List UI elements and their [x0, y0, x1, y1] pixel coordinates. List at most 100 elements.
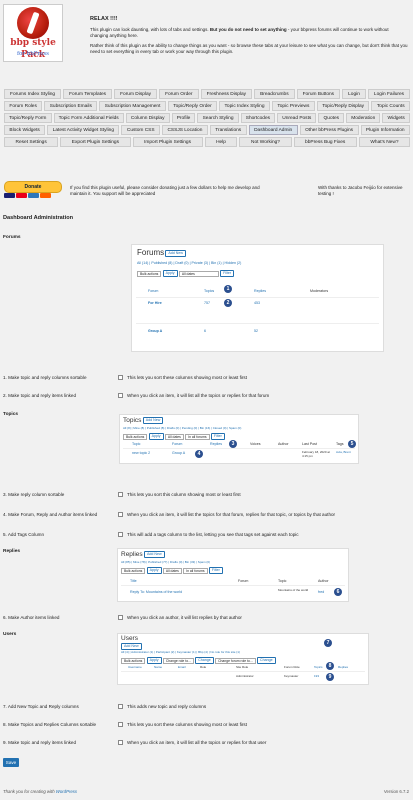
tab-topic-reply-display[interactable]: Topic/Reply Display	[316, 101, 370, 111]
tab-forum-buttons[interactable]: Forum Buttons	[296, 89, 341, 99]
amex-card-icon	[28, 193, 39, 198]
payment-cards	[4, 193, 51, 198]
tab-topic-reply-order[interactable]: Topic/Reply Order	[167, 101, 218, 111]
topics-shot-col-forum: Forum	[172, 442, 183, 446]
tab-cssjs-location[interactable]: CSSJS Location	[162, 125, 208, 135]
tab-forum-roles[interactable]: Forum Roles	[4, 101, 43, 111]
option-checkbox-7[interactable]	[118, 704, 123, 709]
tab-topic-form-additional-fields[interactable]: Topic Form Additional Fields	[53, 113, 124, 123]
topics-shot-title: Topics	[123, 417, 142, 424]
forums-shot-row2-replies: 52	[254, 329, 258, 333]
tab-profile[interactable]: Profile	[171, 113, 196, 123]
tab-moderation[interactable]: Moderation	[346, 113, 381, 123]
forums-shot-row-name: For Hire	[148, 301, 162, 305]
forums-shot-row2-topics: 6	[204, 329, 206, 333]
tab-topic-previews[interactable]: Topic Previews	[271, 101, 315, 111]
topics-shot-col-author: Author	[278, 442, 289, 446]
tab-bbpress-bug-fixes[interactable]: bbPress Bug Fixes	[293, 137, 357, 147]
wordpress-link[interactable]: WordPress	[56, 789, 77, 794]
tab-forum-display[interactable]: Forum Display	[114, 89, 158, 99]
tab-shortcodes[interactable]: Shortcodes	[240, 113, 276, 123]
tab-login-failures[interactable]: Login Failures	[367, 89, 411, 99]
users-shot-change: Change	[195, 657, 214, 664]
tab-topic-reply-form[interactable]: Topic/Reply Form	[4, 113, 52, 123]
forums-shot-add-new: Add New	[165, 250, 186, 258]
intro-p1-bold: But you do not need to set anything	[209, 27, 287, 32]
replies-shot-apply: Apply	[146, 567, 162, 574]
tab-subscription-emails[interactable]: Subscription Emails	[44, 101, 98, 111]
tab-reset-settings[interactable]: Reset Settings	[4, 137, 59, 147]
option-checkbox-3[interactable]	[118, 492, 123, 497]
tab-dashboard-admin[interactable]: Dashboard Admin	[248, 125, 298, 135]
option-checkbox-8[interactable]	[118, 722, 123, 727]
replies-shot-bulk: Bulk actions	[121, 567, 146, 574]
tab-column-display[interactable]: Column Display	[125, 113, 170, 123]
tab-subscription-management[interactable]: Subscription Management	[99, 101, 166, 111]
users-shot-col-forum-role: Forum Role	[284, 665, 300, 669]
section-forums: Forums	[3, 235, 21, 240]
option-checkbox-9[interactable]	[118, 740, 123, 745]
section-users: Users	[3, 632, 17, 637]
forums-shot-filter: Filter	[220, 270, 235, 277]
tab-help[interactable]: Help	[204, 137, 238, 147]
option-checkbox-5[interactable]	[118, 532, 123, 537]
section-topics: Topics	[3, 412, 19, 417]
topics-shot-col-topic: Topic	[132, 442, 141, 446]
section-replies: Replies	[3, 549, 21, 554]
tab-login[interactable]: Login	[342, 89, 366, 99]
replies-shot-row-topic: Mountains of the world	[278, 588, 309, 592]
tab-topic-counts[interactable]: Topic Counts	[371, 101, 411, 111]
option-checkbox-4[interactable]	[118, 512, 123, 517]
tab-latest-activity-widget-styling[interactable]: Latest Activity Widget Styling	[47, 125, 120, 135]
option-label-5: 5. Add Tags Column	[3, 532, 45, 537]
tab-forum-templates[interactable]: Forum Templates	[63, 89, 113, 99]
option-checkbox-2[interactable]	[118, 393, 123, 398]
donate-button[interactable]: Donate	[4, 181, 62, 193]
tab-custom-css[interactable]: Custom CSS	[121, 125, 161, 135]
tab-breadcrumbs[interactable]: Breadcrumbs	[254, 89, 295, 99]
users-shot-col-replies: Replies	[338, 665, 349, 669]
replies-shot-dates: All dates	[162, 567, 182, 574]
topics-shot-apply: Apply	[148, 433, 164, 440]
replies-shot-col-topic: Topic	[278, 579, 287, 583]
tab-import-plugin-settings[interactable]: Import Plugin Settings	[132, 137, 203, 147]
marker-4: 4	[195, 450, 203, 458]
users-shot-add-new: Add New	[121, 643, 142, 650]
forums-shot-row-topics: 757	[204, 301, 210, 305]
option-label-6: 6. Make Author items linked	[3, 615, 60, 620]
option-label-4: 4. Make Forum, Reply and Author items li…	[3, 512, 98, 517]
option-checkbox-6[interactable]	[118, 615, 123, 620]
replies-shot-col-forum: Forum	[238, 579, 249, 583]
tab-other-bbpress-plugins[interactable]: Other bbPress Plugins	[299, 125, 359, 135]
tab-widgets[interactable]: Widgets	[382, 113, 410, 123]
topics-shot-add-new: Add New	[142, 417, 164, 425]
replies-shot-add-new: Add New	[143, 551, 165, 559]
users-shot-col-site-role: Site Role	[236, 665, 249, 669]
option-desc-4: When you click an item, it will list the…	[127, 512, 336, 517]
replies-shot-filter: Filter	[208, 567, 223, 574]
replies-shot-filters: All (85) | Mine (78) | Published (77) | …	[121, 560, 211, 564]
tab-translations[interactable]: Translations	[209, 125, 247, 135]
tab-not-working[interactable]: Not Working?	[239, 137, 292, 147]
replies-screenshot: Replies Add New All (85) | Mine (78) | P…	[117, 548, 349, 602]
tab-export-plugin-settings[interactable]: Export Plugin Settings	[60, 137, 131, 147]
forums-shot-row-replies: 453	[254, 301, 260, 305]
tab-plugin-information[interactable]: Plugin Information	[360, 125, 411, 135]
page-title: Dashboard Administration	[3, 215, 74, 221]
tab-forums-index-styling[interactable]: Forums Index Styling	[4, 89, 62, 99]
marker-5: 5	[348, 440, 356, 448]
option-desc-3: This lets you sort this column showing m…	[127, 492, 241, 497]
tab-freshness-display[interactable]: Freshness Display	[200, 89, 253, 99]
save-button[interactable]: Save	[3, 758, 19, 767]
option-checkbox-1[interactable]	[118, 375, 123, 380]
tab-topic-index-styling[interactable]: Topic Index Styling	[219, 101, 270, 111]
users-shot-row-topics: 193	[314, 674, 320, 678]
users-shot-col-role: Role	[200, 665, 207, 669]
tab-what-s-new[interactable]: What's New?	[358, 137, 411, 147]
tab-block-widgets[interactable]: Block Widgets	[4, 125, 46, 135]
users-shot-title: Users	[121, 635, 138, 642]
tab-search-styling[interactable]: Search Styling	[197, 113, 239, 123]
tab-quotes[interactable]: Quotes	[318, 113, 345, 123]
tab-unread-posts[interactable]: Unread Posts	[277, 113, 317, 123]
tab-forum-order[interactable]: Forum Order	[159, 89, 199, 99]
